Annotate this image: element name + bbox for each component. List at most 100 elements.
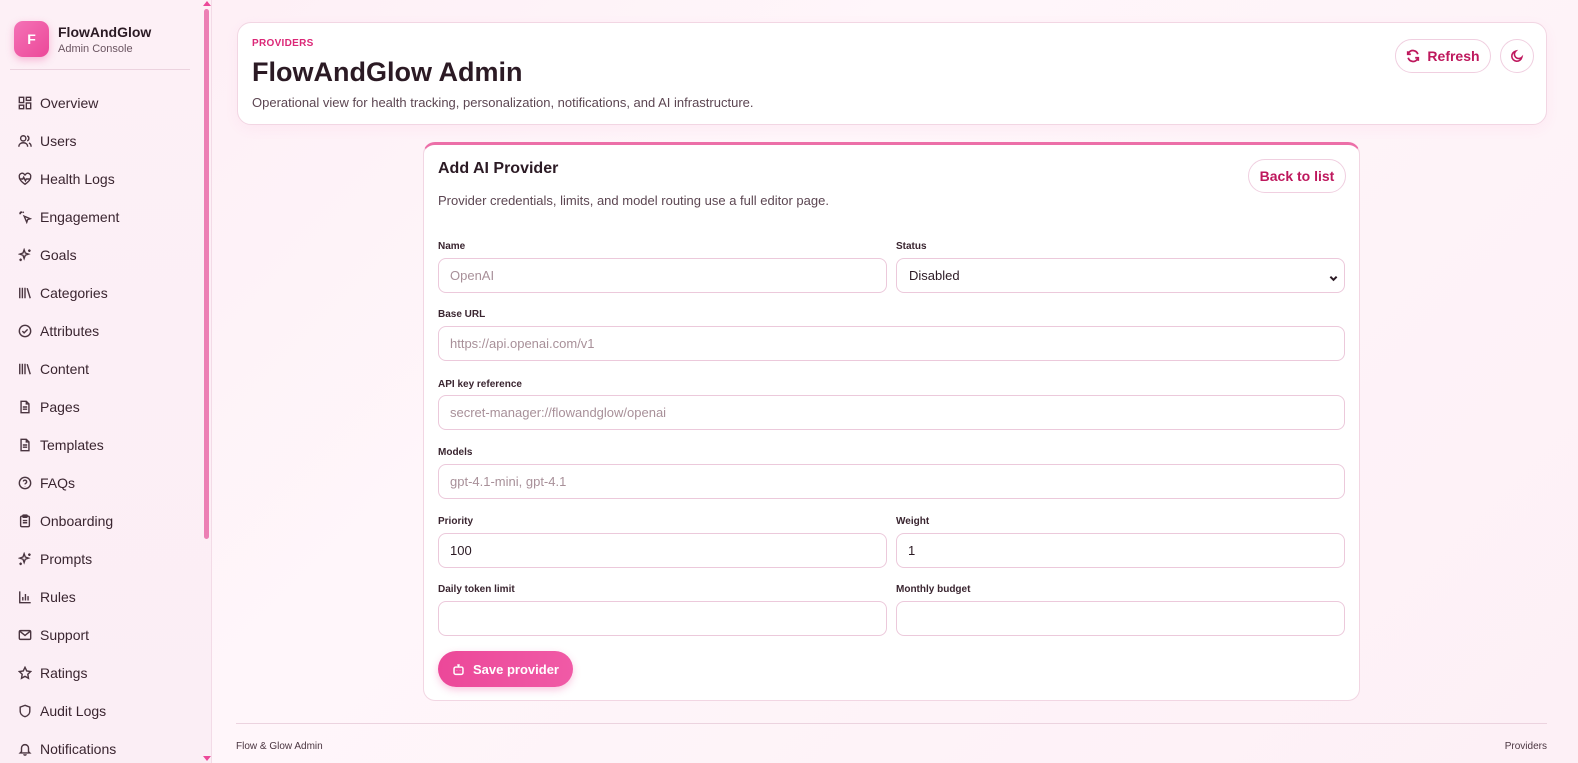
sidebar-divider xyxy=(10,69,190,70)
models-label: Models xyxy=(438,447,473,458)
save-provider-button[interactable]: Save provider xyxy=(438,651,573,687)
sidebar-item-label: Content xyxy=(40,361,90,377)
weight-label: Weight xyxy=(896,516,930,527)
sparkles-icon xyxy=(18,248,31,262)
sidebar-item-label: Onboarding xyxy=(40,513,114,529)
refresh-button[interactable]: Refresh xyxy=(1395,39,1491,73)
sidebar-item-attributes[interactable]: Attributes xyxy=(0,312,200,350)
shield-icon xyxy=(19,704,31,718)
sidebar-item-pages[interactable]: Pages xyxy=(0,388,200,426)
sidebar-item-label: Support xyxy=(40,627,90,643)
help-circle-icon xyxy=(18,476,32,490)
status-select[interactable]: Disabled xyxy=(896,258,1345,293)
library-icon xyxy=(19,287,31,299)
name-input[interactable] xyxy=(438,258,887,293)
monthly-budget-input[interactable] xyxy=(896,601,1345,636)
sparkles-icon xyxy=(18,552,31,566)
sidebar-item-categories[interactable]: Categories xyxy=(0,274,200,312)
status-label: Status xyxy=(896,241,927,252)
footer-section: Providers xyxy=(1504,741,1547,752)
sidebar-nav: Overview Users Health Logs Engagement Go… xyxy=(0,84,200,763)
sidebar-item-label: Health Logs xyxy=(40,171,115,187)
weight-input[interactable] xyxy=(896,533,1345,568)
sidebar: F FlowAndGlow Admin Console Overview Use… xyxy=(0,0,212,763)
sidebar-item-label: Prompts xyxy=(40,551,93,567)
sidebar-item-templates[interactable]: Templates xyxy=(0,426,200,464)
priority-input[interactable] xyxy=(438,533,887,568)
sidebar-item-label: Notifications xyxy=(40,741,117,757)
sidebar-item-label: Goals xyxy=(40,247,77,263)
daily-token-limit-input[interactable] xyxy=(438,601,887,636)
sidebar-item-label: Rules xyxy=(40,589,76,605)
page-header: PROVIDERS FlowAndGlow Admin Operational … xyxy=(237,22,1547,125)
sidebar-item-label: Ratings xyxy=(40,665,88,681)
sidebar-item-label: Pages xyxy=(40,399,80,415)
check-circle-icon xyxy=(18,324,32,338)
name-label: Name xyxy=(438,241,466,252)
sidebar-item-label: Overview xyxy=(40,95,99,111)
sidebar-item-faqs[interactable]: FAQs xyxy=(0,464,200,502)
sidebar-item-label: FAQs xyxy=(40,475,76,491)
api-key-input[interactable] xyxy=(438,395,1345,430)
brand-logo: F xyxy=(14,21,49,57)
page-title: FlowAndGlow Admin xyxy=(252,57,523,87)
footer-brand: Flow & Glow Admin xyxy=(236,741,323,752)
brand[interactable]: F FlowAndGlow Admin Console xyxy=(0,0,200,60)
scrollbar-thumb[interactable] xyxy=(204,9,209,539)
sidebar-scroll-area: F FlowAndGlow Admin Console Overview Use… xyxy=(0,0,200,763)
sidebar-item-label: Users xyxy=(40,133,77,149)
status-selected-value: Disabled xyxy=(909,268,960,283)
priority-label: Priority xyxy=(438,516,474,527)
heart-pulse-icon xyxy=(18,172,32,186)
form-description: Provider credentials, limits, and model … xyxy=(438,193,829,208)
clipboard-icon xyxy=(19,514,31,528)
mail-icon xyxy=(18,629,32,641)
chevron-down-icon xyxy=(1329,275,1338,282)
dashboard-icon xyxy=(18,96,32,110)
sidebar-item-support[interactable]: Support xyxy=(0,616,200,654)
form-title: Add AI Provider xyxy=(438,160,559,177)
sidebar-item-audit-logs[interactable]: Audit Logs xyxy=(0,692,200,730)
sidebar-item-notifications[interactable]: Notifications xyxy=(0,730,200,763)
theme-toggle-button[interactable] xyxy=(1500,39,1534,73)
refresh-label: Refresh xyxy=(1427,48,1480,64)
page-description: Operational view for health tracking, pe… xyxy=(252,95,754,110)
sidebar-scrollbar[interactable] xyxy=(202,0,211,763)
sidebar-item-label: Engagement xyxy=(40,209,120,225)
models-input[interactable] xyxy=(438,464,1345,499)
sidebar-item-label: Audit Logs xyxy=(40,703,107,719)
sidebar-item-label: Categories xyxy=(40,285,108,301)
save-provider-label: Save provider xyxy=(473,661,559,677)
sidebar-item-ratings[interactable]: Ratings xyxy=(0,654,200,692)
sidebar-item-users[interactable]: Users xyxy=(0,122,200,160)
bar-chart-icon xyxy=(19,591,31,604)
users-icon xyxy=(18,135,32,147)
sidebar-item-rules[interactable]: Rules xyxy=(0,578,200,616)
robot-icon xyxy=(453,663,464,675)
refresh-icon xyxy=(1407,49,1420,63)
base-url-input[interactable] xyxy=(438,326,1345,361)
star-icon xyxy=(18,666,32,680)
sidebar-item-overview[interactable]: Overview xyxy=(0,84,200,122)
sidebar-item-goals[interactable]: Goals xyxy=(0,236,200,274)
back-to-list-button[interactable]: Back to list xyxy=(1248,159,1346,193)
scroll-down-arrow-icon[interactable] xyxy=(203,756,211,761)
file-text-icon xyxy=(20,400,30,414)
moon-icon xyxy=(1511,49,1524,62)
sidebar-item-prompts[interactable]: Prompts xyxy=(0,540,200,578)
sidebar-item-content[interactable]: Content xyxy=(0,350,200,388)
sidebar-item-onboarding[interactable]: Onboarding xyxy=(0,502,200,540)
brand-subtitle: Admin Console xyxy=(58,42,133,55)
scroll-up-arrow-icon[interactable] xyxy=(203,1,211,6)
sidebar-item-health-logs[interactable]: Health Logs xyxy=(0,160,200,198)
file-text-icon xyxy=(20,438,30,452)
sidebar-item-label: Templates xyxy=(40,437,104,453)
library-icon xyxy=(19,363,31,375)
page-eyebrow: PROVIDERS xyxy=(252,38,314,49)
footer-divider xyxy=(236,723,1547,724)
monthly-budget-label: Monthly budget xyxy=(896,584,971,595)
sparkle-click-icon xyxy=(19,211,32,224)
bell-icon xyxy=(18,743,32,756)
api-key-label: API key reference xyxy=(438,379,522,390)
sidebar-item-engagement[interactable]: Engagement xyxy=(0,198,200,236)
